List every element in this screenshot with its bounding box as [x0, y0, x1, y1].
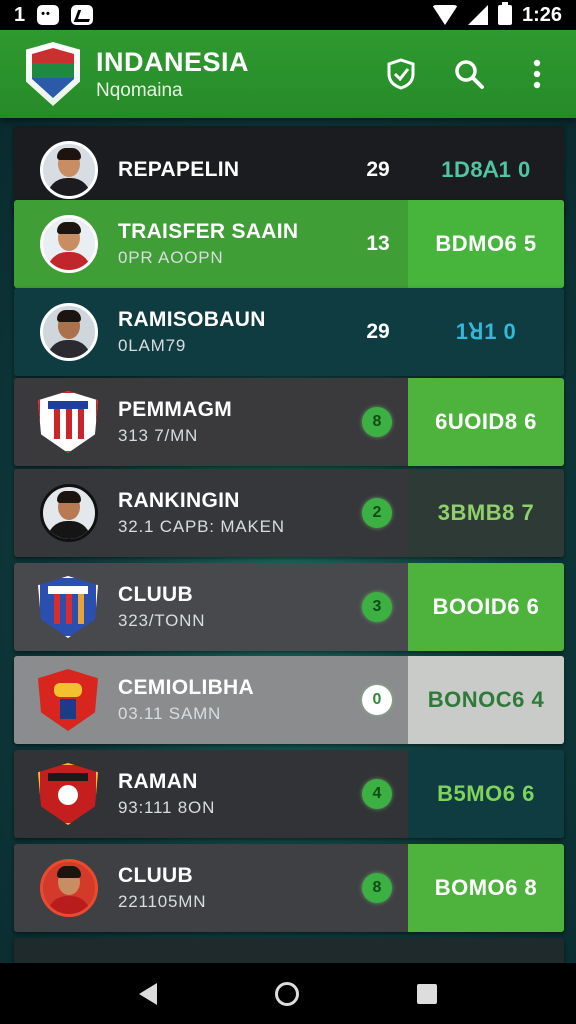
status-number: 1 — [14, 3, 26, 26]
rank-badge: 4 — [362, 779, 392, 809]
shield-check-icon[interactable] — [384, 57, 418, 91]
item-name: CLUUB — [118, 864, 193, 887]
item-subtitle: 323/TONN — [118, 611, 206, 630]
item-subtitle: 0PR AOOPN — [118, 248, 224, 267]
list-item[interactable]: CLUUB 221105MN 8 BOMO6 8 — [14, 844, 564, 932]
home-icon[interactable] — [275, 981, 299, 1006]
app-logo — [26, 42, 80, 106]
list-item-partial[interactable] — [14, 938, 564, 963]
list-item[interactable]: RANKINGIN 32.1 CAPB: MAKEN 2 3BMB8 7 — [14, 469, 564, 557]
app-bar: INDANESIA Nqomaina — [0, 30, 576, 118]
back-icon[interactable] — [139, 982, 157, 1005]
rank-badge: 8 — [362, 873, 392, 903]
item-score: 1ꓤ1 0 — [455, 319, 517, 344]
more-vert-icon[interactable] — [520, 57, 554, 91]
item-score: BDMO6 5 — [408, 200, 564, 288]
rank-badge: 3 — [362, 592, 392, 622]
search-icon[interactable] — [452, 57, 486, 91]
rank-badge: 0 — [362, 685, 392, 715]
item-number: 13 — [366, 232, 390, 255]
item-score: 3BMB8 7 — [408, 469, 564, 557]
item-name: TRAISFER SAAIN — [118, 220, 299, 243]
club-crest-icon — [38, 576, 98, 638]
item-name: RAMISOBAUN — [118, 308, 266, 331]
rank-badge: 2 — [362, 498, 392, 528]
battery-icon — [497, 2, 512, 25]
status-time: 1:26 — [521, 3, 562, 26]
item-subtitle: 32.1 CAPB: MAKEN — [118, 517, 285, 536]
app-subtitle: Nqomaina — [96, 79, 183, 101]
notification-icon — [37, 5, 60, 25]
item-score: B5MO6 6 — [408, 750, 564, 838]
player-avatar — [40, 859, 98, 917]
item-number: 29 — [366, 158, 390, 181]
player-avatar — [40, 484, 98, 542]
item-score: 6UOID8 6 — [408, 378, 564, 466]
list-item[interactable]: CLUUB 323/TONN 3 BOOID6 6 — [14, 563, 564, 651]
signal-icon — [467, 5, 488, 25]
list-item[interactable]: TRAISFER SAAIN 0PR AOOPN 13 BDMO6 5 — [14, 200, 564, 288]
item-name: PEMMAGM — [118, 398, 233, 421]
app-titles: INDANESIA Nqomaina — [96, 47, 249, 102]
item-name: RANKINGIN — [118, 489, 240, 512]
list-item[interactable]: PEMMAGM 313 7/MN 8 6UOID8 6 — [14, 378, 564, 466]
club-crest-icon — [38, 763, 98, 825]
item-subtitle: 03.11 SAMN — [118, 704, 222, 723]
player-avatar — [40, 215, 98, 273]
item-score: BOMO6 8 — [408, 844, 564, 932]
list-item[interactable]: RAMISOBAUN 0LAM79 29 1ꓤ1 0 — [14, 288, 564, 376]
item-number: 29 — [366, 320, 390, 343]
player-avatar — [40, 303, 98, 361]
item-subtitle: 221105MN — [118, 892, 207, 911]
item-name: RAMAN — [118, 770, 198, 793]
rank-badge: 8 — [362, 407, 392, 437]
item-subtitle: 93:111 8ON — [118, 798, 216, 817]
list-item[interactable]: RAMAN 93:111 8ON 4 B5MO6 6 — [14, 750, 564, 838]
list-item[interactable]: CEMIOLIBHA 03.11 SAMN 0 BONOC6 4 — [14, 656, 564, 744]
club-crest-icon — [38, 669, 98, 731]
item-subtitle: 313 7/MN — [118, 426, 199, 445]
wifi-icon — [431, 5, 458, 25]
recent-apps-icon[interactable] — [417, 983, 437, 1004]
status-bar: 1 1:26 — [0, 0, 576, 30]
app-title: INDANESIA — [96, 46, 250, 77]
item-score: BONOC6 4 — [408, 656, 564, 744]
item-subtitle: 0LAM79 — [118, 336, 187, 355]
item-name: REPAPELIN — [118, 158, 240, 181]
player-avatar — [40, 141, 98, 199]
club-crest-icon — [38, 391, 98, 453]
item-name: CLUUB — [118, 583, 193, 606]
image-notification-icon — [71, 5, 94, 25]
ranking-list[interactable]: REPAPELIN 29 1D8ꓮ1 0 TRAISFER SAAIN 0PR A… — [0, 118, 576, 963]
item-name: CEMIOLIBHA — [118, 676, 254, 699]
item-score: BOOID6 6 — [408, 563, 564, 651]
system-nav-bar — [0, 963, 576, 1024]
